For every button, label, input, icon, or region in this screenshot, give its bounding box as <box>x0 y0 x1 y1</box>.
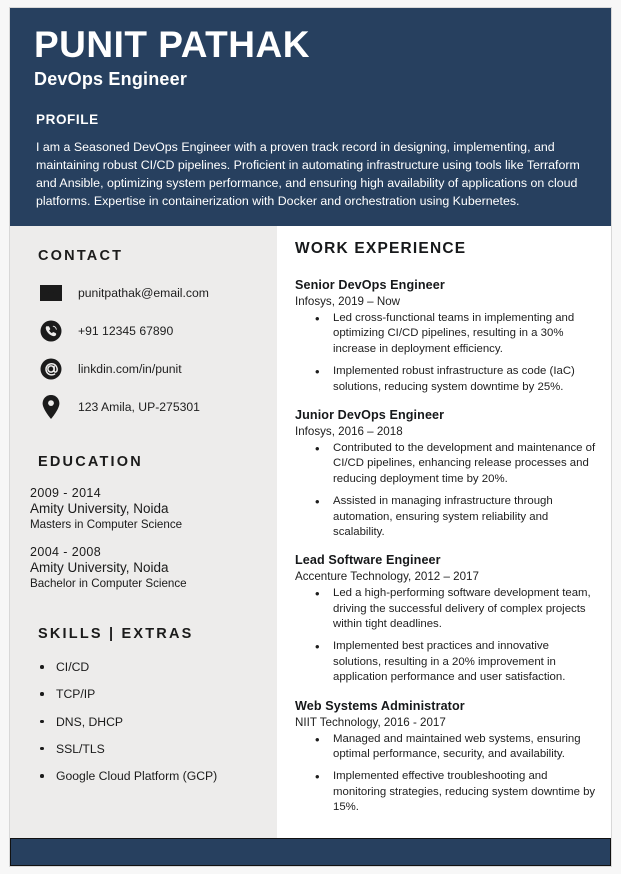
education-school: Amity University, Noida <box>30 560 169 575</box>
list-item: Led a high-performing software developme… <box>293 585 597 632</box>
contact-linkedin-value: linkdin.com/in/punit <box>78 362 182 376</box>
resume-body: CONTACT punitpathak@email.com +91 12345 … <box>10 226 611 838</box>
education-years: 2009 - 2014 <box>30 486 102 500</box>
list-item: Contributed to the development and maint… <box>293 440 597 487</box>
page-title: PUNIT PATHAK <box>34 24 310 65</box>
list-item: Implemented robust infrastructure as cod… <box>293 363 597 395</box>
job-entry-meta: NIIT Technology, 2016 - 2017 <box>295 715 446 729</box>
resume-sheet: PUNIT PATHAK DevOps Engineer PROFILE I a… <box>10 8 611 866</box>
education-heading: EDUCATION <box>38 454 143 470</box>
phone-icon <box>38 318 64 344</box>
sidebar: CONTACT punitpathak@email.com +91 12345 … <box>10 226 277 838</box>
job-bullet-list: Managed and maintained web systems, ensu… <box>293 731 597 816</box>
list-item: CI/CD <box>34 658 259 676</box>
list-item: DNS, DHCP <box>34 713 259 731</box>
job-bullet-list: Led cross-functional teams in implementi… <box>293 310 597 395</box>
job-entry-title: Senior DevOps Engineer <box>295 278 445 292</box>
job-entry: Lead Software Engineer Accenture Technol… <box>293 553 597 685</box>
list-item: TCP/IP <box>34 685 259 703</box>
contact-item-phone[interactable]: +91 12345 67890 <box>28 318 259 344</box>
job-entry-meta: Accenture Technology, 2012 – 2017 <box>295 570 479 584</box>
contact-item-linkedin[interactable]: linkdin.com/in/punit <box>28 356 259 382</box>
education-years: 2004 - 2008 <box>30 545 102 559</box>
skills-heading: SKILLS | EXTRAS <box>38 626 194 642</box>
resume-header: PUNIT PATHAK DevOps Engineer PROFILE I a… <box>10 8 611 226</box>
work-experience-heading: WORK EXPERIENCE <box>295 240 467 257</box>
job-entry-meta: Infosys, 2016 – 2018 <box>295 424 403 438</box>
contact-phone-value: +91 12345 67890 <box>78 324 174 338</box>
list-item: Led cross-functional teams in implementi… <box>293 310 597 357</box>
list-item: Managed and maintained web systems, ensu… <box>293 731 597 763</box>
job-entry-title: Junior DevOps Engineer <box>295 407 445 422</box>
list-item: Implemented best practices and innovativ… <box>293 638 597 685</box>
education-degree: Bachelor in Computer Science <box>30 577 187 590</box>
education-item: 2009 - 2014 Amity University, Noida Mast… <box>28 486 259 531</box>
envelope-icon <box>38 280 64 306</box>
at-sign-icon <box>38 356 64 382</box>
job-entry: Web Systems Administrator NIIT Technolog… <box>293 699 597 816</box>
job-bullet-list: Led a high-performing software developme… <box>293 585 597 685</box>
list-item: Implemented effective troubleshooting an… <box>293 768 597 815</box>
contact-address-value: 123 Amila, UP-275301 <box>78 400 200 414</box>
contact-heading: CONTACT <box>38 248 124 264</box>
location-pin-icon <box>38 394 64 420</box>
skills-list: CI/CD TCP/IP DNS, DHCP SSL/TLS Google Cl… <box>28 658 259 785</box>
list-item: Google Cloud Platform (GCP) <box>34 767 259 785</box>
education-degree: Masters in Computer Science <box>30 518 183 531</box>
job-entry: Junior DevOps Engineer Infosys, 2016 – 2… <box>293 408 597 540</box>
resume-page: PUNIT PATHAK DevOps Engineer PROFILE I a… <box>0 0 621 874</box>
list-item: Assisted in managing infrastructure thro… <box>293 493 597 540</box>
job-entry-meta: Infosys, 2019 – Now <box>295 295 401 308</box>
job-bullet-list: Contributed to the development and maint… <box>293 440 597 540</box>
job-entry: Senior DevOps Engineer Infosys, 2019 – N… <box>293 278 597 395</box>
education-item: 2004 - 2008 Amity University, Noida Bach… <box>28 545 259 590</box>
job-entry-title: Web Systems Administrator <box>295 698 465 713</box>
profile-heading: PROFILE <box>36 111 99 127</box>
education-school: Amity University, Noida <box>30 501 169 516</box>
job-title-subtitle: DevOps Engineer <box>34 68 188 89</box>
contact-email-value: punitpathak@email.com <box>78 286 209 300</box>
list-item: SSL/TLS <box>34 740 259 758</box>
profile-summary-text: I am a Seasoned DevOps Engineer with a p… <box>36 139 580 208</box>
footer-bar <box>10 838 611 866</box>
contact-item-address[interactable]: 123 Amila, UP-275301 <box>28 394 259 420</box>
work-experience-column: WORK EXPERIENCE Senior DevOps Engineer I… <box>277 226 611 838</box>
job-entry-title: Lead Software Engineer <box>295 553 441 568</box>
contact-item-email[interactable]: punitpathak@email.com <box>28 280 259 306</box>
